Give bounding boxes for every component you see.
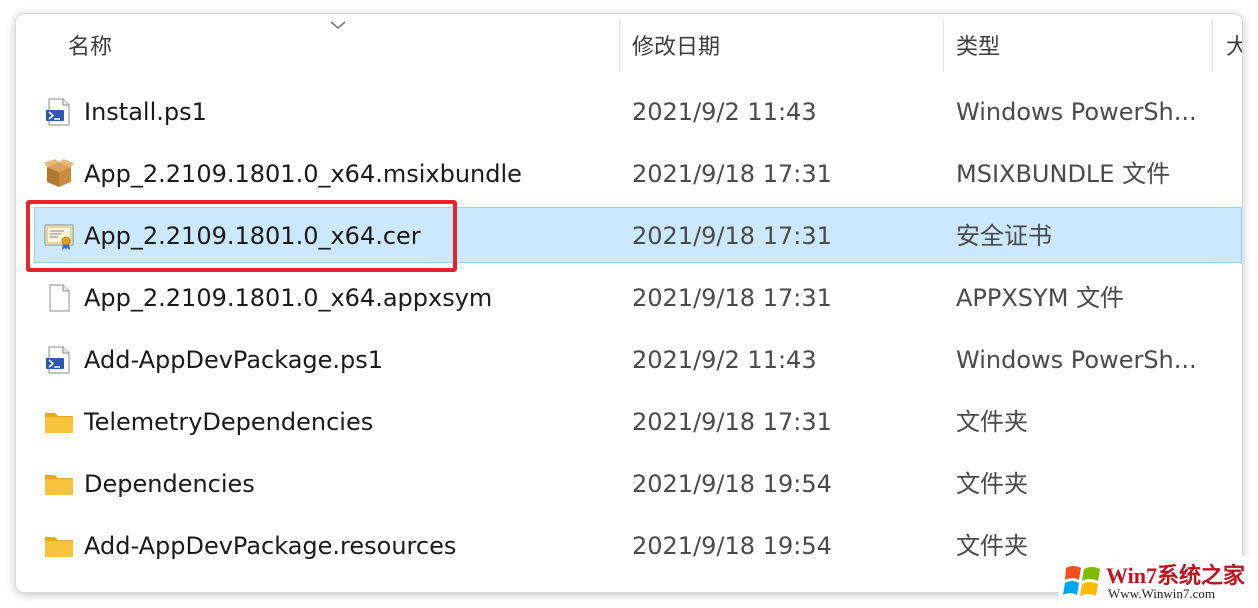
column-separator[interactable] bbox=[943, 20, 944, 72]
file-date-modified: 2021/9/18 17:31 bbox=[632, 284, 832, 312]
sort-chevron-down-icon bbox=[330, 21, 346, 30]
file-name: Add-AppDevPackage.ps1 bbox=[84, 346, 384, 374]
folder-name: TelemetryDependencies bbox=[84, 408, 374, 436]
file-row[interactable]: Install.ps1 2021/9/2 11:43 Windows Power… bbox=[16, 82, 1242, 142]
powershell-script-icon bbox=[46, 98, 70, 126]
red-highlight-annotation bbox=[26, 200, 457, 272]
file-row[interactable]: App_2.2109.1801.0_x64.msixbundle 2021/9/… bbox=[16, 144, 1242, 204]
powershell-script-icon bbox=[46, 346, 70, 374]
column-header-date-modified[interactable]: 修改日期 bbox=[632, 14, 720, 82]
file-type: MSIXBUNDLE 文件 bbox=[956, 160, 1171, 188]
file-date-modified: 2021/9/2 11:43 bbox=[632, 98, 817, 126]
folder-name: Dependencies bbox=[84, 470, 255, 498]
blank-file-icon bbox=[49, 284, 70, 312]
file-type: Windows PowerSh... bbox=[956, 98, 1197, 126]
folder-name: Add-AppDevPackage.resources bbox=[84, 532, 457, 560]
file-date-modified: 2021/9/18 19:54 bbox=[632, 532, 832, 560]
file-date-modified: 2021/9/18 17:31 bbox=[632, 160, 832, 188]
file-name: Install.ps1 bbox=[84, 98, 207, 126]
file-type: 安全证书 bbox=[956, 222, 1052, 250]
file-type: 文件夹 bbox=[956, 470, 1028, 498]
package-box-icon bbox=[44, 159, 74, 187]
file-name: App_2.2109.1801.0_x64.msixbundle bbox=[84, 160, 522, 188]
file-date-modified: 2021/9/18 17:31 bbox=[632, 408, 832, 436]
file-type: 文件夹 bbox=[956, 408, 1028, 436]
column-separator[interactable] bbox=[1212, 20, 1213, 72]
column-header-name[interactable]: 名称 bbox=[68, 14, 112, 82]
file-date-modified: 2021/9/2 11:43 bbox=[632, 346, 817, 374]
site-watermark: Win7系统之家 Www.Winwin7.com bbox=[1058, 556, 1254, 606]
folder-icon bbox=[45, 413, 73, 433]
folder-icon bbox=[45, 537, 73, 557]
column-separator[interactable] bbox=[619, 20, 620, 72]
file-row[interactable]: Add-AppDevPackage.ps1 2021/9/2 11:43 Win… bbox=[16, 330, 1242, 390]
file-name: App_2.2109.1801.0_x64.appxsym bbox=[84, 284, 493, 312]
watermark-url: Www.Winwin7.com bbox=[1108, 586, 1215, 601]
file-type: Windows PowerSh... bbox=[956, 346, 1197, 374]
folder-icon bbox=[45, 475, 73, 495]
folder-row[interactable]: Dependencies 2021/9/18 19:54 文件夹 bbox=[16, 454, 1242, 514]
windows-logo-icon bbox=[1063, 566, 1100, 596]
column-header-size[interactable]: 大 bbox=[1226, 14, 1242, 82]
file-explorer-window: 名称 修改日期 类型 大 Install.ps1 2021/9/2 11:43 … bbox=[16, 14, 1242, 592]
folder-row[interactable]: TelemetryDependencies 2021/9/18 17:31 文件… bbox=[16, 392, 1242, 452]
file-type: APPXSYM 文件 bbox=[956, 284, 1125, 312]
file-date-modified: 2021/9/18 17:31 bbox=[632, 222, 832, 250]
column-header-type[interactable]: 类型 bbox=[956, 14, 1000, 82]
file-date-modified: 2021/9/18 19:54 bbox=[632, 470, 832, 498]
column-header-bar: 名称 修改日期 类型 大 bbox=[16, 14, 1242, 82]
file-row[interactable]: App_2.2109.1801.0_x64.appxsym 2021/9/18 … bbox=[16, 268, 1242, 328]
